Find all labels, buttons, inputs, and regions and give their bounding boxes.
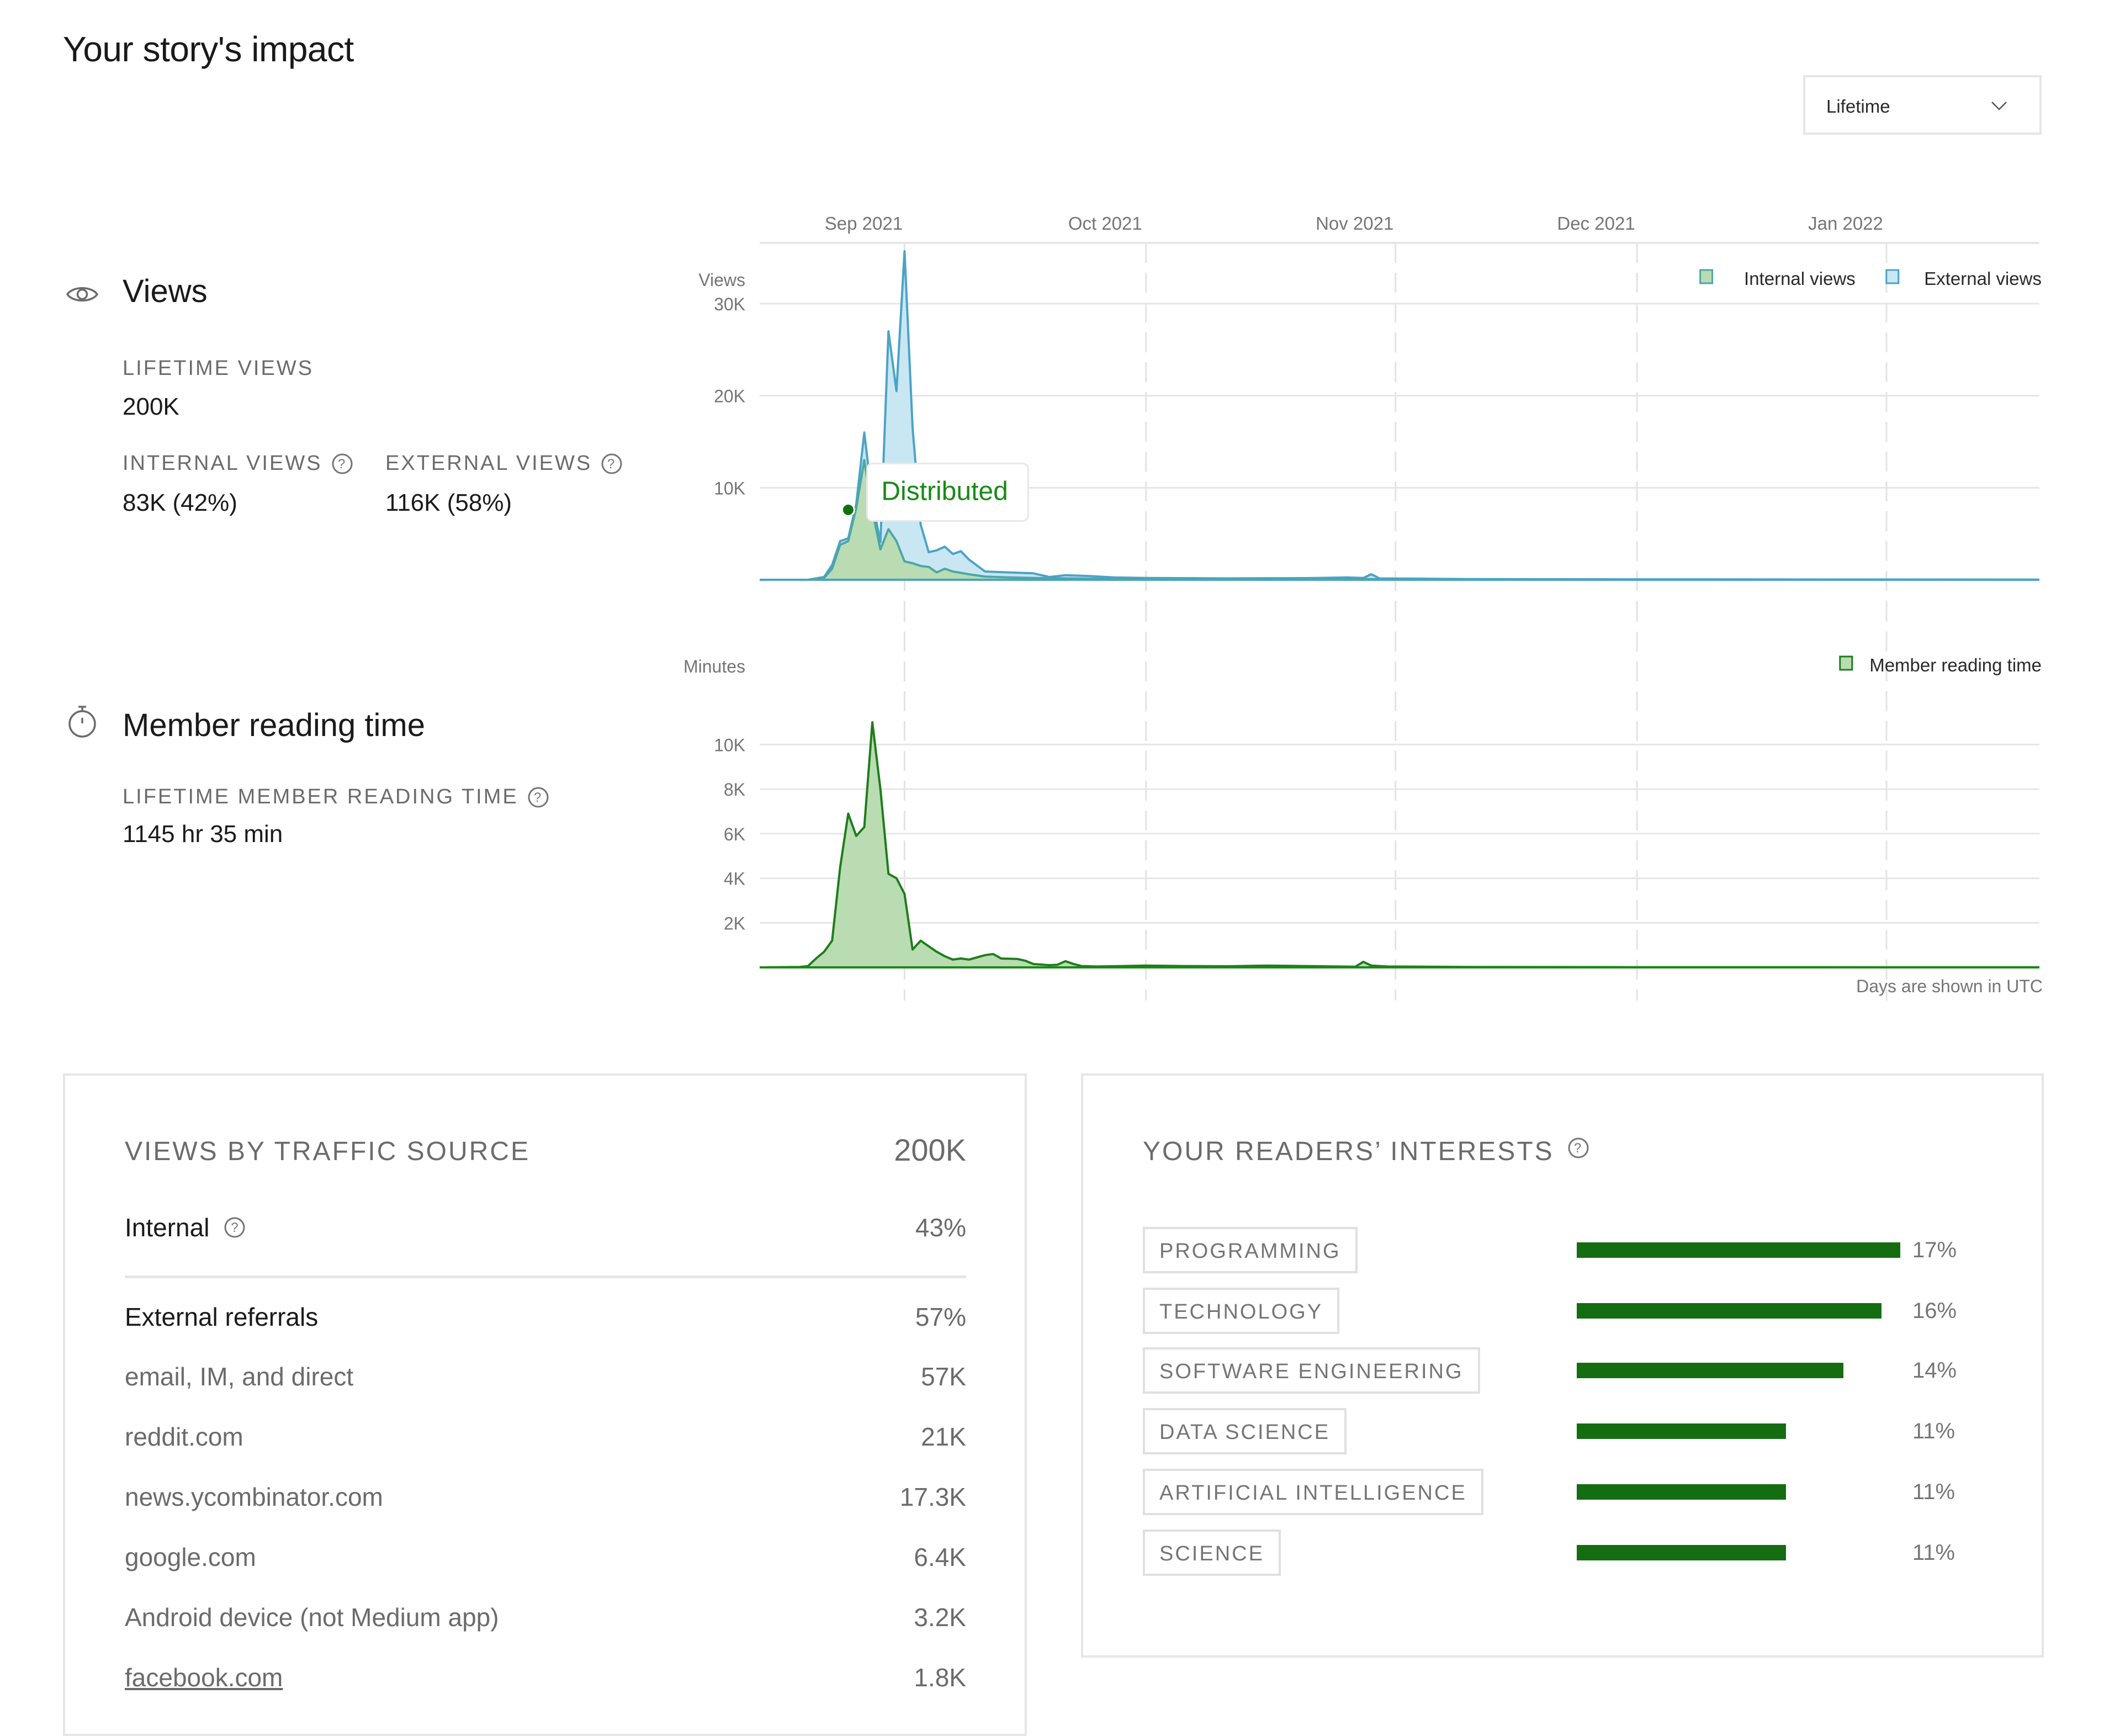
legend-label: Member reading time [1869, 655, 2042, 675]
traffic-source-row: google.com 6.4K [125, 1542, 966, 1572]
readers-interests-heading-text: YOUR READERS’ INTERESTS [1143, 1137, 1554, 1166]
traffic-total: 200K [894, 1132, 966, 1167]
interest-tag[interactable]: SOFTWARE ENGINEERING [1143, 1347, 1480, 1394]
traffic-external-label: External referrals [125, 1303, 319, 1331]
y-axis-label: Views [698, 270, 745, 290]
y-tick-label: 20K [714, 387, 745, 406]
views-chart: 10K 20K 30K Views External views Internal vie… [698, 213, 2042, 613]
x-tick-label: Nov 2021 [1316, 213, 1393, 234]
legend-swatch [1839, 655, 1853, 671]
x-tick-label: Sep 2021 [825, 213, 903, 234]
readers-interests-heading: YOUR READERS’ INTERESTS ? [1143, 1136, 1589, 1167]
traffic-source-value: 1.8K [914, 1663, 966, 1692]
legend-swatch [1885, 269, 1900, 284]
traffic-source-name[interactable]: facebook.com [125, 1663, 283, 1692]
y-tick-label: 4K [724, 869, 745, 889]
traffic-source-row: news.ycombinator.com 17.3K [125, 1482, 966, 1512]
traffic-source-row: email, IM, and direct 57K [125, 1362, 966, 1391]
traffic-source-row: facebook.com 1.8K [125, 1663, 966, 1692]
svg-text:?: ? [231, 1220, 239, 1235]
charts-canvas: 10K 20K 30K Views External views Internal vie… [683, 213, 2042, 1001]
traffic-internal-label: Internal [125, 1213, 210, 1242]
traffic-source-name: news.ycombinator.com [125, 1483, 383, 1511]
series-line-external-views [760, 250, 2040, 581]
x-tick-label: Dec 2021 [1557, 213, 1635, 234]
interest-bar [1577, 1423, 1787, 1439]
utc-note: Days are shown in UTC [1856, 976, 2043, 996]
y-tick-label: 6K [724, 824, 745, 844]
traffic-source-value: 21K [921, 1422, 966, 1451]
traffic-source-value: 3.2K [914, 1603, 966, 1632]
traffic-source-name: reddit.com [125, 1422, 243, 1451]
interest-bar [1577, 1303, 1882, 1319]
legend-swatch [1699, 269, 1714, 284]
series-area-external-views [760, 251, 2039, 580]
divider [125, 1275, 966, 1278]
traffic-source-row: reddit.com 21K [125, 1422, 966, 1452]
x-tick-label: Jan 2022 [1808, 213, 1883, 234]
interest-percent: 14% [1912, 1358, 1957, 1383]
y-axis-label: Minutes [683, 657, 745, 676]
traffic-external-value: 57% [915, 1303, 966, 1331]
y-tick-label: 30K [714, 294, 745, 314]
interest-percent: 17% [1912, 1238, 1957, 1262]
traffic-internal-value: 43% [915, 1213, 966, 1242]
y-tick-label: 2K [724, 913, 745, 933]
y-tick-label: 8K [724, 780, 745, 800]
interest-tag[interactable]: SCIENCE [1143, 1529, 1281, 1576]
traffic-source-value: 17.3K [899, 1483, 966, 1511]
series-line-member-reading-time [759, 721, 2040, 968]
interest-bar [1577, 1484, 1787, 1500]
help-icon[interactable]: ? [1567, 1137, 1589, 1159]
interest-bar [1577, 1363, 1843, 1378]
interest-tag[interactable]: ARTIFICIAL INTELLIGENCE [1143, 1469, 1483, 1515]
interest-percent: 11% [1912, 1480, 1955, 1504]
interest-bar [1577, 1242, 1900, 1258]
svg-text:?: ? [1573, 1141, 1582, 1156]
interest-tag[interactable]: TECHNOLOGY [1143, 1288, 1340, 1334]
series-area-member-reading-time [760, 722, 2039, 967]
interest-tag[interactable]: PROGRAMMING [1143, 1227, 1358, 1273]
traffic-row-external: External referrals 57% [125, 1302, 966, 1332]
legend-label: Internal views [1744, 268, 1856, 289]
interest-percent: 11% [1912, 1419, 1955, 1443]
traffic-source-value: 6.4K [914, 1543, 966, 1571]
legend-label: External views [1924, 268, 2042, 289]
traffic-source-name: google.com [125, 1543, 256, 1571]
x-tick-label: Oct 2021 [1068, 213, 1142, 234]
help-icon[interactable]: ? [224, 1216, 246, 1239]
interest-percent: 11% [1912, 1541, 1955, 1565]
reading-chart: 2K 4K 6K 8K 10K Minutes Member reading time [683, 602, 2042, 1001]
distributed-label: Distributed [881, 477, 1008, 506]
traffic-source-name: Android device (not Medium app) [125, 1603, 499, 1632]
interest-percent: 16% [1912, 1299, 1957, 1323]
distributed-marker [841, 502, 855, 517]
traffic-source-row: Android device (not Medium app) 3.2K [125, 1602, 966, 1632]
y-tick-label: 10K [714, 735, 745, 755]
interest-tag[interactable]: DATA SCIENCE [1143, 1408, 1347, 1454]
traffic-row-internal: Internal ? 43% [125, 1213, 966, 1242]
traffic-source-value: 57K [921, 1362, 966, 1391]
traffic-source-heading: VIEWS BY TRAFFIC SOURCE [125, 1137, 530, 1166]
y-tick-label: 10K [714, 478, 745, 498]
interest-bar [1577, 1545, 1787, 1560]
traffic-source-card [63, 1073, 1027, 1736]
traffic-source-name: email, IM, and direct [125, 1362, 354, 1391]
